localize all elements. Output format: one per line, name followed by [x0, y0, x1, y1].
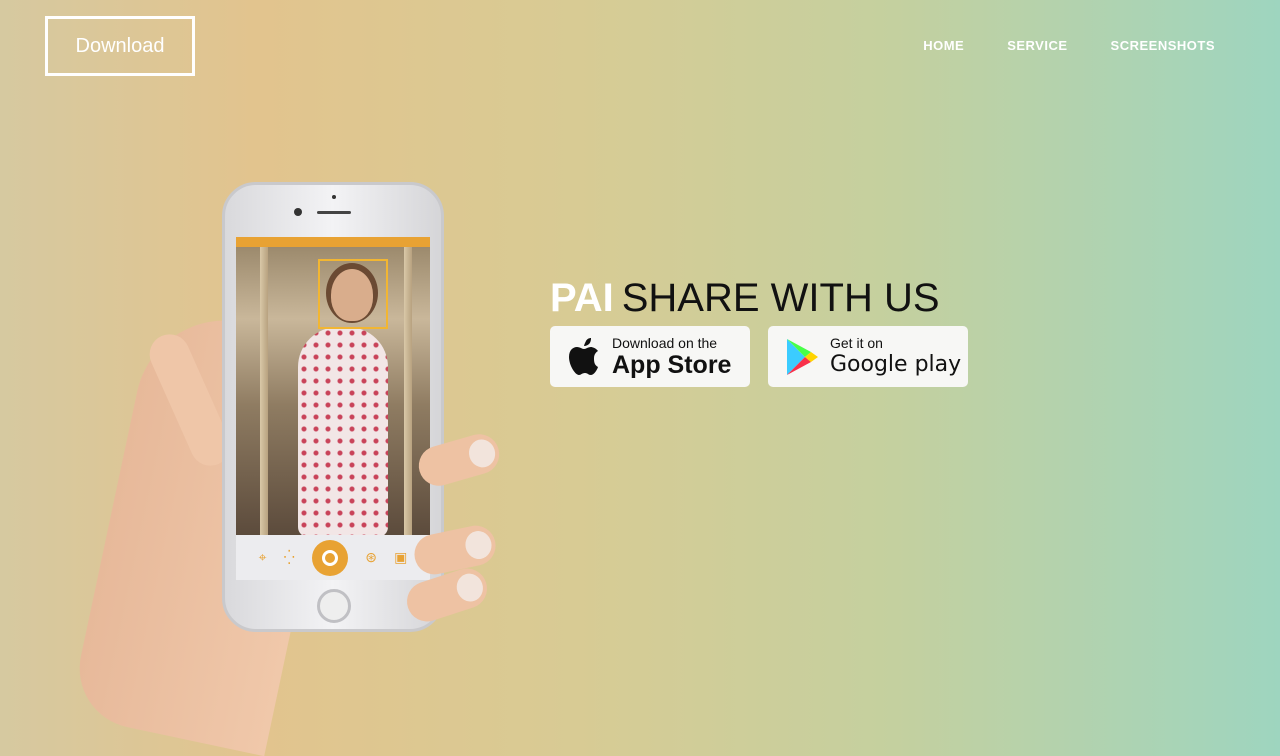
- gallery-icon: ▣: [394, 549, 408, 565]
- home-button-icon: [317, 589, 351, 623]
- location-pin-icon: ⌖: [258, 549, 267, 565]
- hero-section: PAI SHARE WITH US Download on the App Sto…: [550, 272, 968, 387]
- front-camera-icon: [294, 208, 302, 216]
- app-store-button[interactable]: Download on the App Store: [550, 326, 750, 387]
- google-play-label: Google play: [830, 351, 962, 377]
- download-button[interactable]: Download: [45, 16, 195, 76]
- nav-home[interactable]: HOME: [923, 38, 964, 53]
- filter-icon: ⊛: [365, 549, 377, 565]
- app-store-small-label: Download on the: [612, 334, 718, 351]
- app-store-label: App Store: [612, 350, 732, 379]
- status-bar: [236, 237, 430, 247]
- phone-screen: ⌖ ⁛ ⊛ ▣: [236, 237, 430, 580]
- speaker-icon: [317, 211, 351, 214]
- camera-toolbar: ⌖ ⁛ ⊛ ▣: [236, 535, 430, 580]
- phone-mockup: ⌖ ⁛ ⊛ ▣: [222, 182, 444, 632]
- store-buttons: Download on the App Store Get it on Goog…: [550, 326, 968, 387]
- hero-tagline: SHARE WITH US: [621, 276, 940, 320]
- nav-screenshots[interactable]: SCREENSHOTS: [1111, 38, 1215, 53]
- hero-phone-image: ⌖ ⁛ ⊛ ▣: [68, 170, 520, 756]
- google-play-button[interactable]: Get it on Google play: [768, 326, 968, 387]
- face-detect-box: [318, 259, 388, 329]
- carousel-photo: [236, 247, 430, 537]
- apple-icon: [564, 337, 604, 376]
- shutter-icon: [312, 539, 349, 576]
- main-nav: HOME SERVICE SCREENSHOTS: [923, 38, 1215, 53]
- brand-name: PAI: [550, 276, 614, 320]
- focus-icon: ⁛: [283, 549, 295, 565]
- google-play-small-label: Get it on: [830, 334, 883, 351]
- nav-service[interactable]: SERVICE: [1007, 38, 1067, 53]
- hero-title: PAI SHARE WITH US: [550, 272, 968, 324]
- front-sensor-icon: [332, 195, 336, 199]
- google-play-icon: [782, 338, 822, 376]
